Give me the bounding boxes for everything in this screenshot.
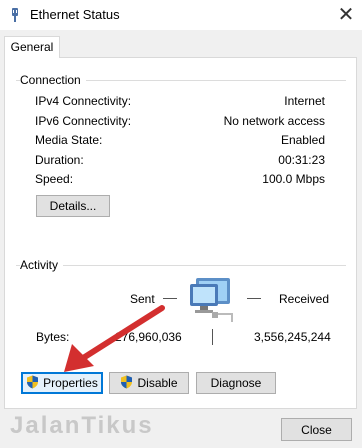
duration-label: Duration:: [35, 153, 84, 167]
annotation-arrow-icon: [64, 305, 165, 372]
media-state-value: Enabled: [280, 133, 325, 147]
activity-divider: [212, 329, 213, 345]
close-icon[interactable]: ✕: [331, 2, 361, 28]
tab-general[interactable]: General: [4, 36, 60, 58]
diagnose-button[interactable]: Diagnose: [196, 372, 276, 394]
duration-value: 00:31:23: [278, 153, 325, 167]
received-dash: [247, 298, 261, 299]
activity-group-line: [16, 265, 346, 266]
sent-dash: [163, 298, 177, 299]
ethernet-icon: [9, 7, 21, 26]
ipv4-value: Internet: [284, 94, 325, 108]
speed-value: 100.0 Mbps: [262, 172, 325, 186]
media-state-label: Media State:: [35, 133, 103, 147]
window-title: Ethernet Status: [30, 7, 120, 22]
network-computers-icon: [186, 276, 242, 327]
watermark-logo: JalanTikus: [10, 412, 154, 439]
close-button[interactable]: Close: [281, 418, 352, 441]
ipv6-value: No network access: [223, 114, 325, 128]
ipv4-label: IPv4 Connectivity:: [35, 94, 132, 108]
details-button[interactable]: Details...: [36, 195, 110, 217]
received-label: Received: [279, 292, 330, 306]
connection-group-label: Connection: [20, 73, 86, 87]
received-bytes-value: 3,556,245,244: [254, 330, 331, 344]
speed-label: Speed:: [35, 172, 74, 186]
activity-group-label: Activity: [20, 258, 64, 272]
ipv6-label: IPv6 Connectivity:: [35, 114, 132, 128]
shield-icon: [26, 375, 39, 392]
